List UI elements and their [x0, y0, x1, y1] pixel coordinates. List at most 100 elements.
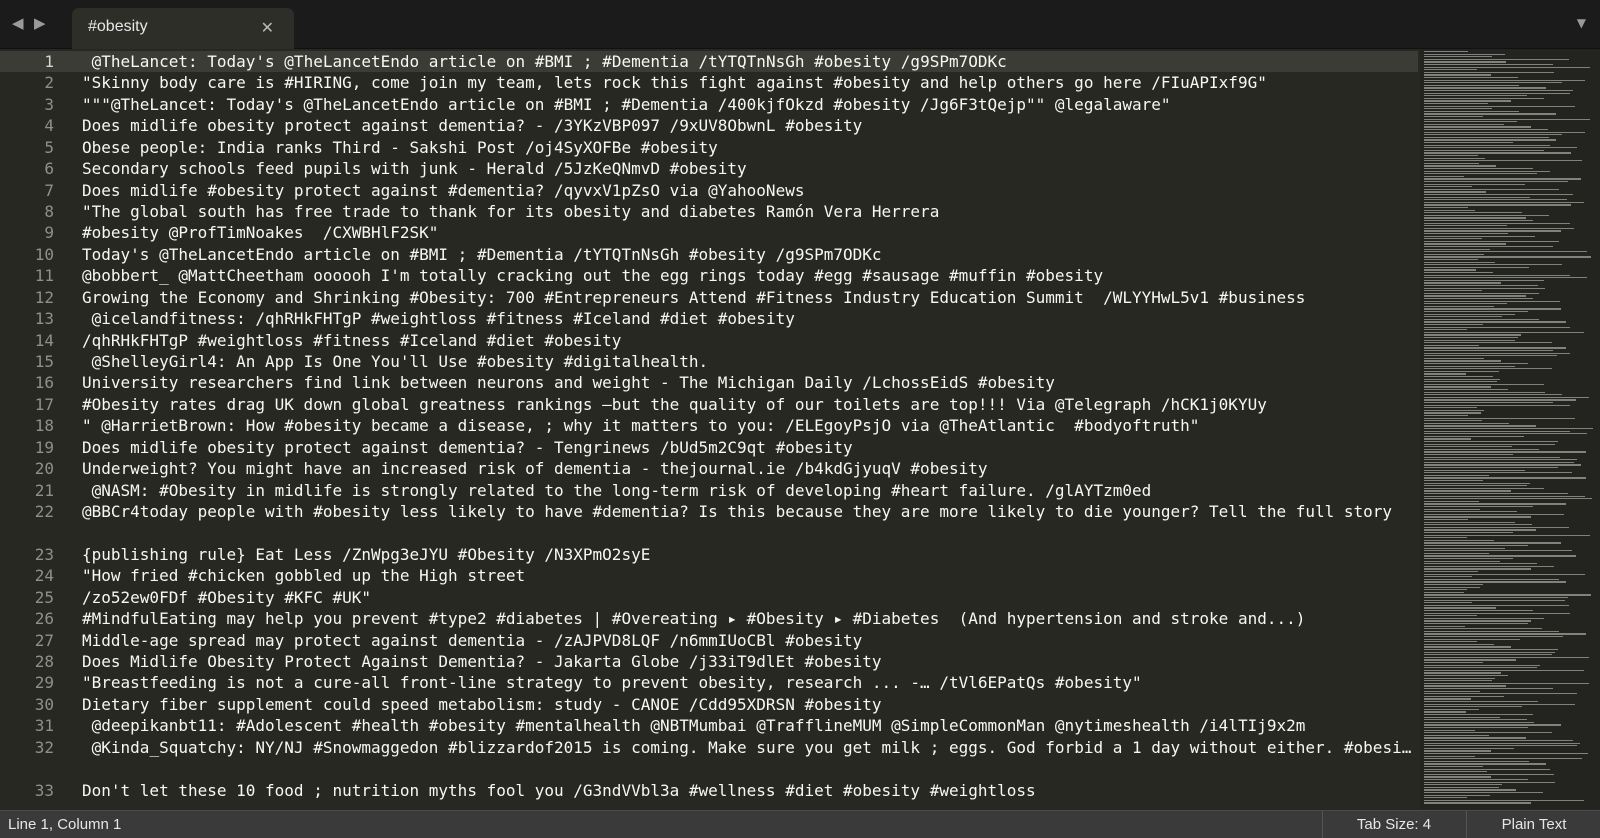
code-line[interactable]: 11 @bobbert_ @MattCheetham oooooh I'm tot… [0, 265, 1418, 286]
line-text[interactable]: Secondary schools feed pupils with junk … [82, 158, 1412, 179]
line-text[interactable]: @TheLancet: Today's @TheLancetEndo artic… [82, 51, 1412, 72]
line-text[interactable]: " @HarrietBrown: How #obesity became a d… [82, 415, 1412, 436]
line-text[interactable]: "Skinny body care is #HIRING, come join … [82, 72, 1412, 93]
code-line[interactable]: 4 Does midlife obesity protect against de… [0, 115, 1418, 136]
line-text[interactable]: University researchers find link between… [82, 372, 1412, 393]
line-text[interactable]: Don't let these 10 food ; nutrition myth… [82, 780, 1412, 801]
code-line[interactable]: 13 @icelandfitness: /qhRHkFHTgP #weightl… [0, 308, 1418, 329]
tab-size-selector[interactable]: Tab Size: 4 [1322, 811, 1465, 838]
line-text[interactable]: Obese people: India ranks Third - Sakshi… [82, 137, 1412, 158]
line-text[interactable]: Today's @TheLancetEndo article on #BMI ;… [82, 244, 1412, 265]
minimap-line [1424, 721, 1534, 723]
editor-area[interactable]: 1 @TheLancet: Today's @TheLancetEndo art… [0, 49, 1600, 809]
minimap-line [1424, 586, 1480, 588]
syntax-selector[interactable]: Plain Text [1466, 811, 1600, 838]
minimap-line [1424, 92, 1570, 94]
code-line[interactable]: 23 {publishing rule} Eat Less /ZnWpg3eJYU… [0, 544, 1418, 565]
line-text[interactable]: Does Midlife Obesity Protect Against Dem… [82, 651, 1412, 672]
minimap-line [1424, 196, 1530, 198]
minimap-line [1424, 789, 1516, 791]
minimap-line [1424, 604, 1569, 606]
line-text[interactable]: #Obesity rates drag UK down global great… [82, 394, 1412, 415]
line-text[interactable]: @Kinda_Squatchy: NY/NJ #Snowmaggedon #bl… [82, 737, 1412, 758]
line-text[interactable]: @BBCr4today people with #obesity less li… [82, 501, 1412, 522]
code-line[interactable]: 19 Does midlife obesity protect against d… [0, 437, 1418, 458]
code-line[interactable]: 18 " @HarrietBrown: How #obesity became a… [0, 415, 1418, 436]
left-arrow-icon[interactable]: ◀ [12, 14, 24, 32]
chevron-down-icon[interactable]: ▼ [1577, 16, 1586, 30]
line-text[interactable]: /qhRHkFHTgP #weightloss #fitness #Icelan… [82, 330, 1412, 351]
line-text[interactable]: /zo52ew0FDf #Obesity #KFC #UK" [82, 587, 1412, 608]
right-arrow-icon[interactable]: ▶ [34, 14, 46, 32]
line-text[interactable]: {publishing rule} Eat Less /ZnWpg3eJYU #… [82, 544, 1412, 565]
line-text[interactable]: """@TheLancet: Today's @TheLancetEndo ar… [82, 94, 1412, 115]
code-line[interactable]: 15 @ShelleyGirl4: An App Is One You'll U… [0, 351, 1418, 372]
minimap-line [1424, 537, 1467, 539]
line-text[interactable]: Underweight? You might have an increased… [82, 458, 1412, 479]
code-view[interactable]: 1 @TheLancet: Today's @TheLancetEndo art… [0, 49, 1418, 809]
minimap-line [1424, 402, 1553, 404]
line-text[interactable]: #MindfulEating may help you prevent #typ… [82, 608, 1412, 629]
code-line[interactable]: 6 Secondary schools feed pupils with junk… [0, 158, 1418, 179]
code-line[interactable]: 28 Does Midlife Obesity Protect Against D… [0, 651, 1418, 672]
minimap-line [1424, 482, 1530, 484]
code-line[interactable]: 17 #Obesity rates drag UK down global gre… [0, 394, 1418, 415]
line-text[interactable]: Does midlife #obesity protect against #d… [82, 180, 1412, 201]
minimap-line [1424, 542, 1561, 544]
minimap-line [1424, 568, 1531, 570]
line-text[interactable]: Growing the Economy and Shrinking #Obesi… [82, 287, 1412, 308]
code-line[interactable]: 32 @Kinda_Squatchy: NY/NJ #Snowmaggedon … [0, 737, 1418, 780]
minimap-line [1424, 784, 1502, 786]
minimap-line [1424, 108, 1492, 110]
minimap-line [1424, 69, 1477, 71]
code-line[interactable]: 16 University researchers find link betwe… [0, 372, 1418, 393]
minimap-line [1424, 77, 1518, 79]
code-line[interactable]: 24 "How fried #chicken gobbled up the Hig… [0, 565, 1418, 586]
code-line[interactable]: 31 @deepikanbt11: #Adolescent #health #o… [0, 715, 1418, 736]
minimap[interactable] [1420, 49, 1600, 809]
line-text[interactable]: @deepikanbt11: #Adolescent #health #obes… [82, 715, 1412, 736]
line-number: 18 [34, 416, 54, 436]
code-line[interactable]: 10 Today's @TheLancetEndo article on #BMI… [0, 244, 1418, 265]
code-line[interactable]: 27 Middle-age spread may protect against … [0, 630, 1418, 651]
code-line[interactable]: 29 "Breastfeeding is not a cure-all front… [0, 672, 1418, 693]
line-text[interactable]: "How fried #chicken gobbled up the High … [82, 565, 1412, 586]
code-line[interactable]: 9 #obesity @ProfTimNoakes /CXWBHlF2SK" [0, 222, 1418, 243]
code-line[interactable]: 22 @BBCr4today people with #obesity less … [0, 501, 1418, 544]
code-line[interactable]: 33 Don't let these 10 food ; nutrition my… [0, 780, 1418, 801]
line-number: 19 [34, 437, 54, 457]
minimap-line [1424, 259, 1478, 261]
tab-obesity[interactable]: #obesity ✕ [72, 8, 294, 49]
code-line[interactable]: 25/zo52ew0FDf #Obesity #KFC #UK" [0, 587, 1418, 608]
code-line[interactable]: 2 "Skinny body care is #HIRING, come join… [0, 72, 1418, 93]
code-line[interactable]: 8 "The global south has free trade to tha… [0, 201, 1418, 222]
minimap-line [1424, 500, 1479, 502]
line-text[interactable]: Does midlife obesity protect against dem… [82, 115, 1412, 136]
code-line[interactable]: 20 Underweight? You might have an increas… [0, 458, 1418, 479]
code-line[interactable]: 5 Obese people: India ranks Third - Saksh… [0, 137, 1418, 158]
line-text[interactable]: @ShelleyGirl4: An App Is One You'll Use … [82, 351, 1412, 372]
code-line[interactable]: 30 Dietary fiber supplement could speed m… [0, 694, 1418, 715]
minimap-line [1424, 282, 1501, 284]
close-icon[interactable]: ✕ [261, 18, 274, 37]
minimap-line [1424, 66, 1590, 68]
code-line[interactable]: 14/qhRHkFHTgP #weightloss #fitness #Icel… [0, 330, 1418, 351]
line-text[interactable]: Dietary fiber supplement could speed met… [82, 694, 1412, 715]
minimap-line [1424, 342, 1552, 344]
line-text[interactable]: Middle-age spread may protect against de… [82, 630, 1412, 651]
minimap-line [1424, 630, 1559, 632]
code-line[interactable]: 21 @NASM: #Obesity in midlife is strongl… [0, 480, 1418, 501]
line-text[interactable]: @bobbert_ @MattCheetham oooooh I'm total… [82, 265, 1412, 286]
line-text[interactable]: Does midlife obesity protect against dem… [82, 437, 1412, 458]
code-line[interactable]: 26 #MindfulEating may help you prevent #t… [0, 608, 1418, 629]
code-line[interactable]: 3 """@TheLancet: Today's @TheLancetEndo a… [0, 94, 1418, 115]
code-line[interactable]: 12 Growing the Economy and Shrinking #Obe… [0, 287, 1418, 308]
line-text[interactable]: "The global south has free trade to than… [82, 201, 1412, 222]
line-text[interactable]: #obesity @ProfTimNoakes /CXWBHlF2SK" [82, 222, 1412, 243]
code-line[interactable]: 1 @TheLancet: Today's @TheLancetEndo art… [0, 51, 1418, 73]
code-line[interactable]: 7 Does midlife #obesity protect against #… [0, 180, 1418, 201]
minimap-line [1424, 399, 1576, 401]
line-text[interactable]: @NASM: #Obesity in midlife is strongly r… [82, 480, 1412, 501]
line-text[interactable]: @icelandfitness: /qhRHkFHTgP #weightloss… [82, 308, 1412, 329]
line-text[interactable]: "Breastfeeding is not a cure-all front-l… [82, 672, 1412, 693]
